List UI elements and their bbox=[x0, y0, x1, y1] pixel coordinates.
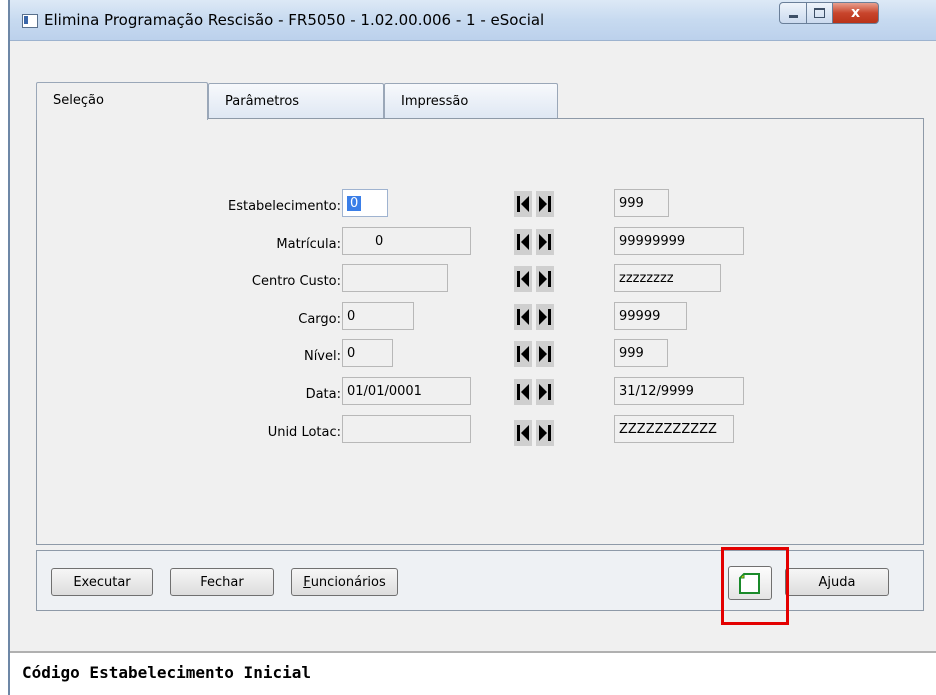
first-button[interactable] bbox=[514, 229, 532, 255]
selection-panel bbox=[36, 118, 924, 545]
last-button[interactable] bbox=[536, 266, 554, 292]
nivel-from-input[interactable]: 0 bbox=[342, 339, 393, 367]
estabelecimento-from-input[interactable]: 0 bbox=[342, 189, 388, 217]
first-button[interactable] bbox=[514, 191, 532, 217]
selected-text: 0 bbox=[347, 196, 362, 211]
matricula-label: Matrícula: bbox=[276, 237, 341, 252]
first-icon bbox=[517, 309, 529, 325]
last-icon bbox=[539, 271, 551, 287]
last-icon bbox=[539, 309, 551, 325]
tab-label: Impressão bbox=[401, 94, 469, 109]
matricula-from-input[interactable]: 0 bbox=[342, 227, 471, 255]
window-title: Elimina Programação Rescisão - FR5050 - … bbox=[44, 11, 545, 29]
data-to-input[interactable]: 31/12/9999 bbox=[614, 377, 744, 405]
first-button[interactable] bbox=[514, 304, 532, 330]
first-button[interactable] bbox=[514, 266, 532, 292]
last-button[interactable] bbox=[536, 420, 554, 446]
unid-lotac-from-input[interactable] bbox=[342, 415, 471, 443]
first-button[interactable] bbox=[514, 379, 532, 405]
fechar-button[interactable]: Fechar bbox=[170, 568, 274, 596]
last-icon bbox=[539, 384, 551, 400]
last-button[interactable] bbox=[536, 229, 554, 255]
first-icon bbox=[517, 425, 529, 441]
first-button[interactable] bbox=[514, 341, 532, 367]
tab-parametros[interactable]: Parâmetros bbox=[208, 83, 384, 119]
close-button[interactable]: x bbox=[833, 2, 879, 24]
mnemonic-letter: F bbox=[303, 574, 311, 590]
close-icon: x bbox=[850, 5, 861, 21]
tab-impressao[interactable]: Impressão bbox=[384, 83, 558, 119]
first-icon bbox=[517, 234, 529, 250]
last-icon bbox=[539, 346, 551, 362]
button-label: uncionários bbox=[310, 574, 386, 590]
last-button[interactable] bbox=[536, 304, 554, 330]
status-text: Código Estabelecimento Inicial bbox=[22, 663, 311, 682]
centro-custo-to-input[interactable]: zzzzzzzz bbox=[614, 264, 721, 292]
data-label: Data: bbox=[305, 387, 341, 402]
cargo-from-input[interactable]: 0 bbox=[342, 302, 414, 330]
ajuda-button[interactable]: Ajuda bbox=[785, 568, 889, 596]
last-icon bbox=[539, 234, 551, 250]
centro-custo-label: Centro Custo: bbox=[251, 274, 341, 289]
first-icon bbox=[517, 196, 529, 212]
tab-label: Seleção bbox=[53, 93, 104, 108]
nivel-label: Nível: bbox=[303, 349, 341, 364]
last-button[interactable] bbox=[536, 341, 554, 367]
last-button[interactable] bbox=[536, 379, 554, 405]
app-icon bbox=[22, 14, 38, 28]
centro-custo-from-input[interactable] bbox=[342, 264, 448, 292]
status-bar: Código Estabelecimento Inicial bbox=[10, 651, 936, 695]
executar-button[interactable]: Executar bbox=[51, 568, 153, 596]
highlight-box bbox=[721, 547, 789, 625]
first-icon bbox=[517, 346, 529, 362]
estabelecimento-to-input[interactable]: 999 bbox=[614, 189, 669, 217]
last-icon bbox=[539, 196, 551, 212]
first-icon bbox=[517, 271, 529, 287]
cargo-label: Cargo: bbox=[298, 312, 341, 327]
minimize-button[interactable] bbox=[779, 2, 807, 24]
first-icon bbox=[517, 384, 529, 400]
window: Elimina Programação Rescisão - FR5050 - … bbox=[8, 0, 936, 695]
tab-selecao[interactable]: Seleção bbox=[36, 82, 208, 120]
matricula-to-input[interactable]: 99999999 bbox=[614, 227, 744, 255]
first-button[interactable] bbox=[514, 420, 532, 446]
cargo-to-input[interactable]: 99999 bbox=[614, 302, 687, 330]
estabelecimento-label: Estabelecimento: bbox=[227, 199, 341, 214]
unid-lotac-label: Unid Lotac: bbox=[267, 425, 341, 440]
funcionarios-button[interactable]: Funcionários bbox=[291, 568, 398, 596]
minimize-icon bbox=[788, 14, 798, 18]
title-bar: Elimina Programação Rescisão - FR5050 - … bbox=[10, 0, 936, 41]
maximize-button[interactable] bbox=[807, 2, 833, 24]
nivel-to-input[interactable]: 999 bbox=[614, 339, 668, 367]
data-from-input[interactable]: 01/01/0001 bbox=[342, 377, 471, 405]
last-icon bbox=[539, 425, 551, 441]
tab-label: Parâmetros bbox=[225, 94, 300, 109]
maximize-icon bbox=[814, 8, 825, 18]
last-button[interactable] bbox=[536, 191, 554, 217]
unid-lotac-to-input[interactable]: ZZZZZZZZZZZ bbox=[614, 415, 734, 443]
